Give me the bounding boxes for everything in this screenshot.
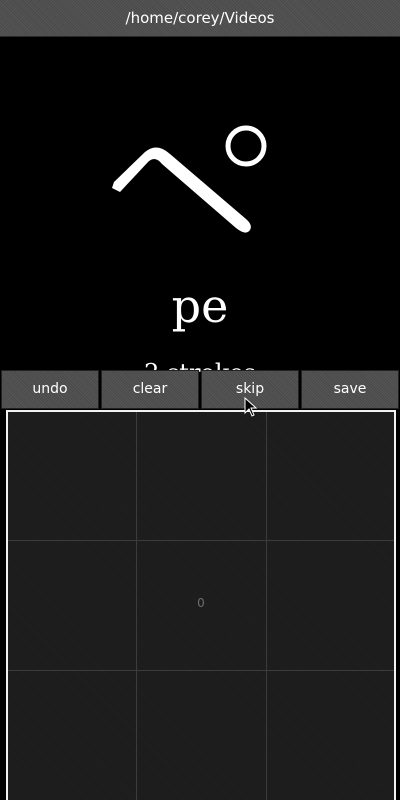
romaji-label: pe	[171, 279, 229, 333]
toolbar: undo clear skip save	[0, 370, 400, 409]
grid-line	[8, 670, 394, 671]
window-title: /home/corey/Videos	[0, 0, 400, 37]
hiragana-pe-icon	[112, 125, 267, 233]
mouse-pointer-icon	[244, 397, 258, 417]
glyph-display: pe 2 strokes	[0, 38, 400, 387]
clear-button[interactable]: clear	[101, 370, 199, 409]
grid-line	[8, 540, 394, 541]
drawing-canvas[interactable]: 0	[6, 410, 396, 800]
drawn-stroke-counter: 0	[197, 596, 205, 610]
save-button[interactable]: save	[301, 370, 399, 409]
undo-button[interactable]: undo	[1, 370, 99, 409]
